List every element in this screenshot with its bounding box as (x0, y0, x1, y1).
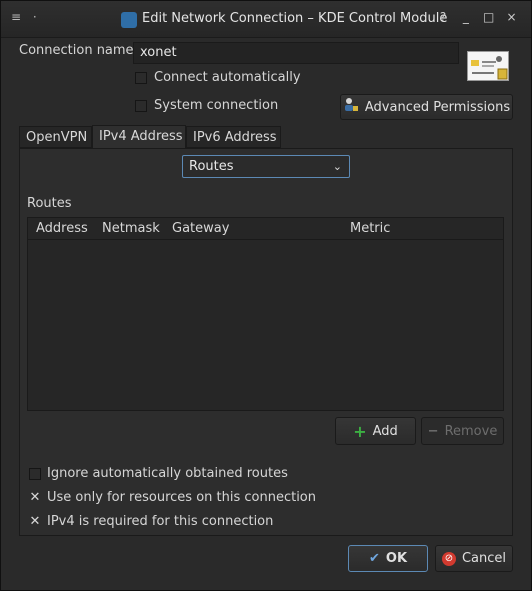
title-bar: ≡ · Edit Network Connection – KDE Contro… (1, 1, 531, 38)
connect-automatically-checkbox[interactable] (135, 72, 147, 84)
connection-type-icon (467, 51, 509, 81)
column-header-address[interactable]: Address (36, 218, 88, 239)
routes-select[interactable]: Routes ⌄ (182, 155, 350, 178)
connection-name-label: Connection name: (19, 43, 138, 58)
window-controls: ? _ □ × (434, 10, 521, 24)
plus-icon: + (353, 421, 367, 441)
window-sticky-icon[interactable]: · (33, 10, 51, 24)
connect-automatically-label: Connect automatically (154, 70, 301, 85)
ipv4-required-label: IPv4 is required for this connection (47, 514, 274, 529)
help-icon[interactable]: ? (434, 10, 453, 24)
remove-route-button[interactable]: − Remove (421, 417, 504, 445)
window-title: Edit Network Connection – KDE Control Mo… (142, 11, 448, 26)
tab-openvpn[interactable]: OpenVPN (19, 126, 92, 148)
routes-label: Routes (27, 196, 72, 211)
advanced-permissions-label: Advanced Permissions (364, 99, 511, 115)
app-icon (121, 12, 137, 28)
close-icon[interactable]: × (502, 10, 521, 24)
window-menu-controls[interactable]: ≡ · (11, 10, 51, 24)
column-header-gateway[interactable]: Gateway (172, 218, 229, 239)
minimize-icon[interactable]: _ (456, 10, 475, 24)
add-route-label: Add (372, 423, 398, 439)
chevron-down-icon: ⌄ (332, 160, 342, 173)
only-resources-checkbox[interactable]: ✕ (29, 491, 41, 504)
maximize-icon[interactable]: □ (479, 10, 498, 24)
user-permissions-icon (343, 97, 359, 117)
cancel-icon: ⊘ (441, 551, 456, 566)
system-connection-label: System connection (154, 98, 279, 113)
checkmark-icon: ✔ (368, 551, 380, 566)
ok-button[interactable]: ✔ OK (348, 545, 428, 572)
tab-ipv4-address[interactable]: IPv4 Address (92, 125, 186, 149)
remove-route-label: Remove (444, 423, 498, 439)
window-menu-icon[interactable]: ≡ (11, 10, 29, 24)
only-resources-label: Use only for resources on this connectio… (47, 490, 316, 505)
tab-ipv6-address[interactable]: IPv6 Address (186, 126, 281, 148)
table-header-divider (28, 239, 503, 240)
ignore-routes-checkbox[interactable] (29, 468, 41, 480)
column-header-netmask[interactable]: Netmask (102, 218, 160, 239)
cancel-label: Cancel (461, 551, 507, 566)
minus-icon: − (427, 423, 439, 439)
routes-select-value: Routes (189, 159, 234, 174)
dialog-window: ≡ · Edit Network Connection – KDE Contro… (0, 0, 532, 591)
routes-table[interactable]: Address Netmask Gateway Metric (27, 217, 504, 411)
connection-name-input[interactable]: xonet (133, 42, 459, 64)
advanced-permissions-button[interactable]: Advanced Permissions (340, 94, 513, 120)
add-route-button[interactable]: + Add (335, 417, 416, 445)
ok-label: OK (385, 551, 408, 566)
system-connection-checkbox[interactable] (135, 100, 147, 112)
column-header-metric[interactable]: Metric (350, 218, 390, 239)
ignore-routes-label: Ignore automatically obtained routes (47, 466, 288, 481)
ipv4-required-checkbox[interactable]: ✕ (29, 515, 41, 528)
cancel-button[interactable]: ⊘ Cancel (435, 545, 513, 572)
